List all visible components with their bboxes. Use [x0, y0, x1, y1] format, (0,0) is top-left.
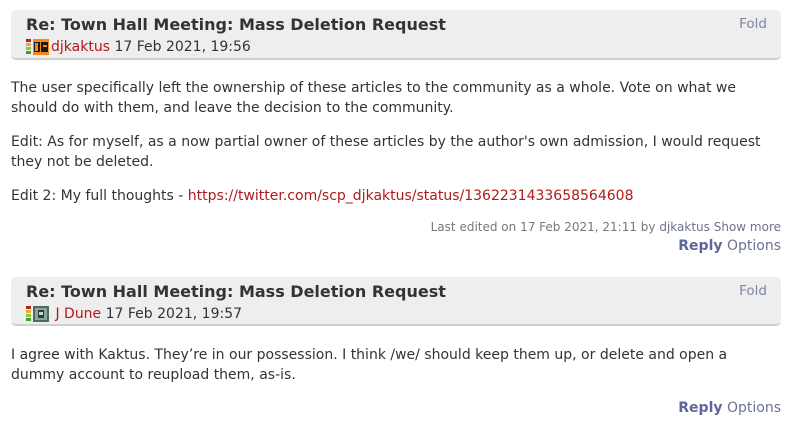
karma-level-icon	[26, 306, 31, 322]
forum-post-1: Re: Town Hall Meeting: Mass Deletion Req…	[11, 10, 781, 260]
post-paragraph: Edit: As for myself, as a now partial ow…	[11, 134, 761, 170]
forum-post-2: Re: Town Hall Meeting: Mass Deletion Req…	[11, 277, 781, 427]
reply-link[interactable]: Reply	[678, 238, 722, 254]
user-avatar-icon[interactable]	[33, 39, 49, 55]
post-content: I agree with Kaktus. They’re in our poss…	[11, 345, 781, 385]
edited-notice: Last edited on 17 Feb 2021, 21:11 by djk…	[431, 220, 781, 234]
reply-link[interactable]: Reply	[678, 400, 722, 416]
post-timestamp: 17 Feb 2021, 19:57	[105, 306, 243, 322]
post-timestamp: 17 Feb 2021, 19:56	[114, 39, 251, 55]
post-title: Re: Town Hall Meeting: Mass Deletion Req…	[26, 282, 446, 301]
fold-link[interactable]: Fold	[739, 283, 767, 299]
edited-text: Last edited on 17 Feb 2021, 21:11 by	[430, 220, 656, 234]
karma-level-icon	[26, 39, 31, 55]
post-title: Re: Town Hall Meeting: Mass Deletion Req…	[26, 15, 446, 34]
user-avatar-icon[interactable]	[33, 306, 49, 322]
post-paragraph: Edit 2: My full thoughts - https://twitt…	[11, 186, 781, 206]
author-link[interactable]: djkaktus	[51, 39, 110, 55]
post-content: The user specifically left the ownership…	[11, 78, 781, 206]
post-paragraph: I agree with Kaktus. They’re in our poss…	[11, 347, 728, 383]
edit2-prefix: Edit 2: My full thoughts -	[11, 188, 188, 204]
post-author-info: djkaktus 17 Feb 2021, 19:56	[26, 39, 251, 55]
post-header: Re: Town Hall Meeting: Mass Deletion Req…	[11, 277, 781, 326]
post-actions: Reply Options	[678, 400, 781, 416]
fold-link[interactable]: Fold	[739, 16, 767, 32]
options-link[interactable]: Options	[727, 238, 781, 254]
author-link[interactable]: J Dune	[55, 306, 101, 322]
post-header: Re: Town Hall Meeting: Mass Deletion Req…	[11, 10, 781, 60]
twitter-link[interactable]: https://twitter.com/scp_djkaktus/status/…	[188, 188, 634, 204]
options-link[interactable]: Options	[727, 400, 781, 416]
show-more-link[interactable]: Show more	[714, 220, 781, 234]
post-author-info: J Dune 17 Feb 2021, 19:57	[26, 306, 242, 322]
post-paragraph: The user specifically left the ownership…	[11, 80, 736, 116]
post-actions: Reply Options	[678, 238, 781, 254]
edited-by-link[interactable]: djkaktus	[659, 220, 710, 234]
